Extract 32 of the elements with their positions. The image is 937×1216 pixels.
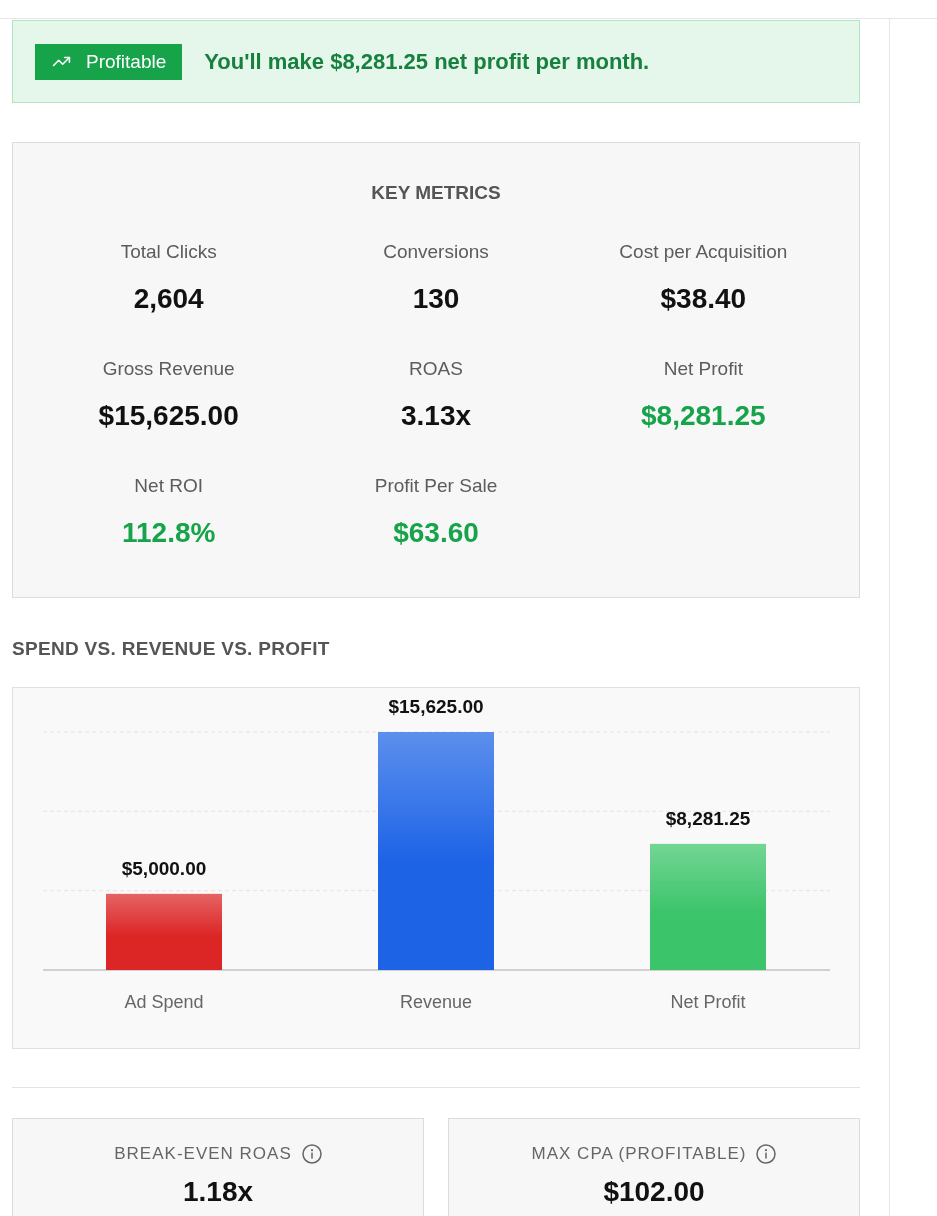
metric-label: ROAS — [409, 357, 463, 381]
bar-value-label: $15,625.00 — [388, 696, 484, 717]
banner-message: You'll make $8,281.25 net profit per month. — [204, 47, 650, 76]
bar-value-label: $8,281.25 — [665, 807, 751, 829]
metric-label: Conversions — [383, 240, 489, 264]
category-label: Ad Spend — [124, 992, 204, 1012]
metric-label: Total Clicks — [120, 240, 217, 264]
metric-value: $8,281.25 — [641, 399, 766, 433]
metric-value: 112.8% — [121, 516, 216, 550]
card-title: BREAK-EVEN ROAS — [114, 1143, 292, 1165]
metric-value: $63.60 — [393, 516, 479, 550]
summary-value: 1.18x — [182, 1175, 254, 1209]
metric-label: Net ROI — [134, 474, 203, 498]
metric-value: $15,625.00 — [98, 399, 239, 433]
metric-label: Gross Revenue — [102, 357, 235, 381]
metric-value: $38.40 — [660, 282, 747, 316]
info-icon[interactable] — [301, 1144, 322, 1164]
metric-value: 3.13x — [400, 399, 472, 433]
card-title: MAX CPA (PROFITABLE) — [531, 1143, 747, 1165]
metric-label: Profit Per Sale — [374, 474, 498, 498]
status-label: Profitable — [86, 50, 167, 73]
metric-value: 2,604 — [133, 282, 204, 316]
metric-label: Cost per Acquisition — [619, 240, 788, 264]
metric-label: Net Profit — [663, 357, 743, 381]
metric-value: 130 — [412, 282, 460, 316]
info-icon[interactable] — [756, 1144, 777, 1164]
category-label: Revenue — [399, 992, 473, 1012]
card-title: KEY METRICS — [370, 181, 502, 205]
bar-value-label: $5,000.00 — [121, 857, 207, 879]
section-heading: SPEND VS. REVENUE VS. PROFIT — [12, 637, 331, 661]
summary-value: $102.00 — [603, 1175, 705, 1209]
category-label: Net Profit — [670, 992, 746, 1012]
